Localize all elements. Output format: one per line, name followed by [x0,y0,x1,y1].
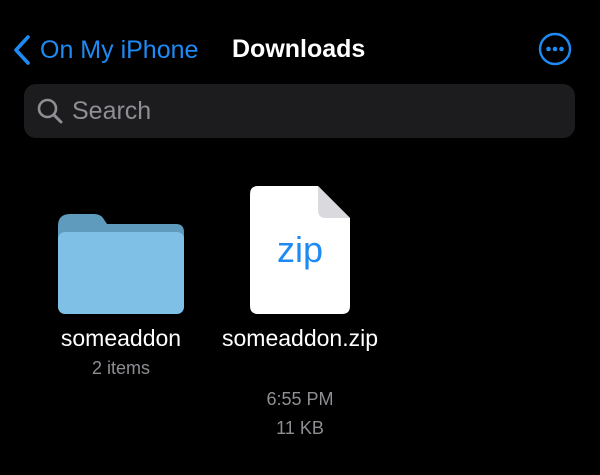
item-name: someaddon.zip [222,325,378,351]
file-type-badge: zip [277,229,323,270]
page-title: Downloads [232,35,366,63]
item-name: someaddon [60,325,182,351]
zip-file-icon: zip [250,186,350,314]
ellipsis-circle-icon[interactable] [538,32,572,66]
item-size: 11 KB [276,418,324,438]
back-button[interactable]: On My iPhone [12,30,198,70]
search-bar[interactable] [24,84,575,138]
search-input[interactable] [72,91,575,131]
file-grid-item[interactable]: zip someaddon.zip 6:55 PM 11 KB [210,180,390,450]
navigation-bar: On My iPhone Downloads [0,0,600,96]
item-time: 6:55 PM [266,389,334,409]
file-grid-item[interactable]: someaddon 2 items [40,200,202,390]
item-count: 2 items [91,358,151,378]
folder-icon [58,214,184,314]
search-icon [37,98,63,124]
back-button-label: On My iPhone [40,35,199,64]
chevron-left-icon [14,35,30,65]
